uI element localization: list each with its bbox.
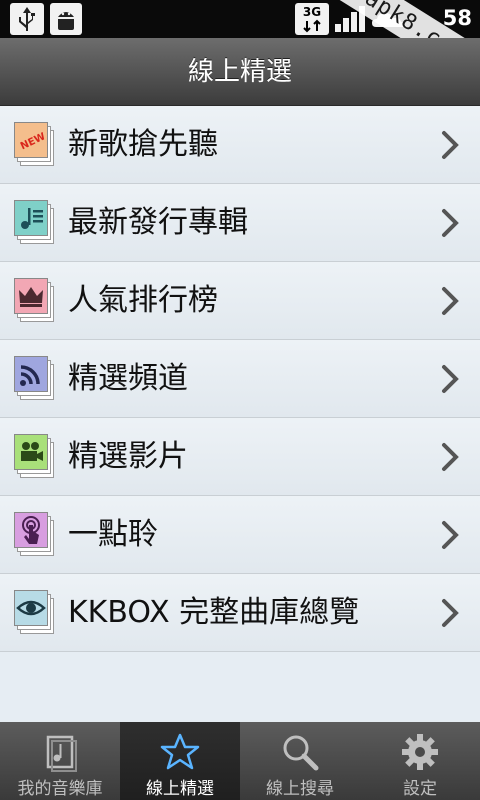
chevron-right-icon — [442, 209, 459, 237]
menu-item-videos[interactable]: 精選影片 — [0, 418, 480, 496]
chevron-right-icon — [442, 365, 459, 393]
menu-item-charts[interactable]: 人氣排行榜 — [0, 262, 480, 340]
video-camera-icon — [14, 434, 54, 478]
svg-text:NEW: NEW — [19, 131, 47, 152]
tab-label: 線上搜尋 — [266, 779, 334, 799]
menu-item-channels[interactable]: 精選頻道 — [0, 340, 480, 418]
menu-item-one-tap-listen[interactable]: 一點聆 — [0, 496, 480, 574]
menu-item-full-catalog[interactable]: KKBOX 完整曲庫總覽 — [0, 574, 480, 652]
chevron-right-icon — [442, 131, 459, 159]
menu-item-label: 精選頻道 — [68, 361, 188, 396]
gear-icon — [402, 734, 438, 770]
usb-icon — [10, 3, 44, 35]
tab-label: 線上精選 — [146, 779, 214, 799]
music-library-icon — [46, 735, 77, 772]
menu-item-new-songs[interactable]: NEW 新歌搶先聽 — [0, 106, 480, 184]
tab-settings[interactable]: 設定 — [360, 722, 480, 800]
menu-item-new-albums[interactable]: 最新發行專輯 — [0, 184, 480, 262]
new-songs-icon: NEW — [14, 122, 54, 166]
android-debug-icon — [50, 3, 82, 35]
eye-icon — [14, 590, 54, 634]
title-bar: 線上精選 — [0, 38, 480, 106]
chevron-right-icon — [442, 599, 459, 627]
menu-item-label: KKBOX 完整曲庫總覽 — [68, 595, 360, 630]
menu-item-label: 一點聆 — [68, 517, 158, 552]
album-icon — [14, 200, 54, 244]
chevron-right-icon — [442, 521, 459, 549]
bottom-tab-bar: 我的音樂庫 線上精選 線上搜尋 設定 — [0, 722, 480, 800]
featured-menu-list: NEW 新歌搶先聽 最新發行專輯 人氣排行榜 精選頻道 精選影片 一點聆 KKB… — [0, 106, 480, 652]
menu-item-label: 精選影片 — [68, 439, 188, 474]
rss-icon — [14, 356, 54, 400]
tab-search[interactable]: 線上搜尋 — [240, 722, 360, 800]
page-title: 線上精選 — [187, 57, 292, 87]
network-3g-icon: 3G — [295, 3, 329, 35]
crown-icon — [14, 278, 54, 322]
chevron-right-icon — [442, 287, 459, 315]
network-label: 3G — [302, 5, 322, 19]
tab-label: 我的音樂庫 — [17, 779, 103, 799]
tab-featured[interactable]: 線上精選 — [120, 722, 240, 800]
touch-icon — [14, 512, 54, 556]
tab-label: 設定 — [403, 779, 437, 799]
tab-my-library[interactable]: 我的音樂庫 — [0, 722, 120, 800]
menu-item-label: 新歌搶先聽 — [68, 127, 218, 162]
chevron-right-icon — [442, 443, 459, 471]
search-icon — [283, 735, 319, 771]
menu-item-label: 人氣排行榜 — [68, 283, 218, 318]
menu-item-label: 最新發行專輯 — [68, 205, 248, 240]
star-icon — [160, 733, 200, 770]
status-bar: 3G 58 apk8.com — [0, 0, 480, 87]
